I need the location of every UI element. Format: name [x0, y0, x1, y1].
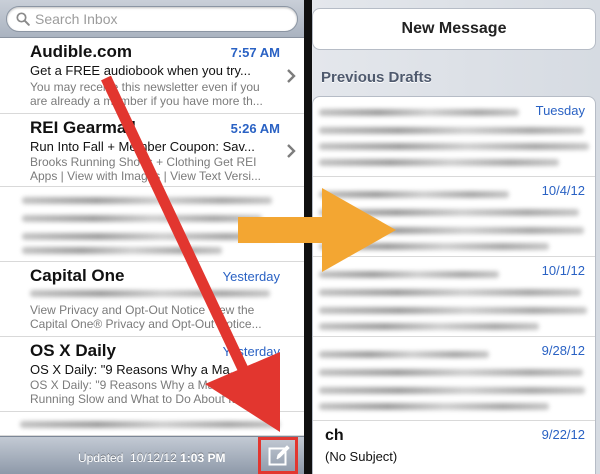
message-row-osx-daily[interactable]: OS X Daily Yesterday OS X Daily: "9 Reas… [0, 337, 304, 412]
compose-icon[interactable] [268, 445, 290, 467]
redacted-text [319, 387, 585, 394]
message-time: 7:57 AM [230, 45, 280, 60]
draft-date: Tuesday [535, 103, 585, 118]
updated-date: 10/12/12 [130, 451, 177, 465]
redacted-text [319, 323, 539, 330]
message-sender: OS X Daily [30, 341, 116, 360]
search-input[interactable] [35, 10, 285, 28]
message-preview-line1: View Privacy and Opt-Out Notice View the [30, 303, 255, 317]
message-time: 5:26 AM [230, 121, 280, 136]
message-sender: Audible.com [30, 42, 133, 61]
redacted-text [319, 271, 499, 278]
draft-item[interactable]: 10/4/12 [313, 177, 595, 257]
message-row-rei[interactable]: REI Gearmail 5:26 AM Run Into Fall + Mem… [0, 114, 304, 187]
draft-item[interactable]: Tuesday [313, 97, 595, 177]
redacted-text [319, 109, 519, 116]
draft-date: 9/28/12 [541, 343, 585, 358]
pane-divider [304, 0, 312, 474]
drafts-list: Tuesday 10/4/12 10/1/12 9/28/12 ch 9/22/… [312, 96, 596, 474]
previous-drafts-heading: Previous Drafts [321, 69, 432, 86]
message-preview-line2: Capital One® Privacy and Opt-Out Notice.… [30, 317, 262, 331]
message-preview-line2: Running Slow and What to Do About It"... [30, 392, 250, 406]
draft-item[interactable]: ch 9/22/12 (No Subject) [313, 421, 595, 474]
chevron-right-icon [287, 69, 296, 83]
new-message-button[interactable]: New Message [312, 8, 596, 50]
search-field[interactable] [6, 6, 298, 32]
inbox-pane: Audible.com 7:57 AM Get a FREE audiobook… [0, 0, 304, 474]
message-preview-line1: OS X Daily: "9 Reasons Why a Mac is [30, 378, 233, 392]
compose-highlight [258, 437, 298, 474]
redacted-text [319, 143, 589, 150]
message-sender: REI Gearmail [30, 118, 136, 137]
redacted-text [20, 421, 280, 428]
draft-item[interactable]: 10/1/12 [313, 257, 595, 337]
redacted-text [319, 243, 549, 250]
chevron-right-icon [287, 144, 296, 158]
redacted-text [22, 197, 272, 204]
message-sender: Capital One [30, 266, 125, 285]
search-bar [0, 0, 304, 38]
draft-date: 10/4/12 [541, 183, 585, 198]
redacted-text [319, 369, 583, 376]
compose-popover: New Message Previous Drafts Tuesday 10/4… [312, 0, 600, 474]
redacted-text [319, 403, 549, 410]
redacted-subject [30, 290, 270, 297]
message-subject: OS X Daily: "9 Reasons Why a Ma... [30, 362, 241, 377]
draft-date: 10/1/12 [541, 263, 585, 278]
redacted-text [319, 209, 579, 216]
redacted-text [319, 127, 584, 134]
updated-time: 1:03 PM [180, 451, 226, 465]
redacted-text [319, 289, 581, 296]
redacted-text [319, 159, 559, 166]
magnifier-icon [16, 12, 30, 26]
redacted-text [22, 215, 262, 222]
message-row-audible[interactable]: Audible.com 7:57 AM Get a FREE audiobook… [0, 38, 304, 114]
draft-title: ch [325, 427, 344, 444]
message-row-capital-one[interactable]: Capital One Yesterday View Privacy and O… [0, 262, 304, 337]
message-preview-line2: are already a member if you have more th… [30, 94, 263, 108]
message-subject: Get a FREE audiobook when you try... [30, 63, 251, 78]
message-preview-line2: Apps | View with Images | View Text Vers… [30, 169, 262, 183]
updated-label: Updated [78, 451, 124, 465]
redacted-text [22, 247, 222, 254]
message-subject: Run Into Fall + Member Coupon: Sav... [30, 139, 255, 154]
redacted-text [319, 351, 489, 358]
draft-date: 9/22/12 [541, 427, 585, 442]
redacted-text [319, 227, 584, 234]
message-preview-line1: You may receive this newsletter even if … [30, 80, 260, 94]
redacted-text [319, 191, 509, 198]
message-row-redacted[interactable] [0, 412, 304, 436]
updated-status: Updated 10/12/12 1:03 PM [78, 451, 225, 465]
message-row-redacted[interactable] [0, 187, 304, 262]
draft-subject: (No Subject) [325, 449, 398, 464]
message-preview-line1: Brooks Running Shoes + Clothing Get REI [30, 155, 257, 169]
redacted-text [319, 307, 587, 314]
draft-item[interactable]: 9/28/12 [313, 337, 595, 421]
message-time: Yesterday [222, 344, 280, 359]
message-time: Yesterday [222, 269, 280, 284]
redacted-text [22, 233, 277, 240]
